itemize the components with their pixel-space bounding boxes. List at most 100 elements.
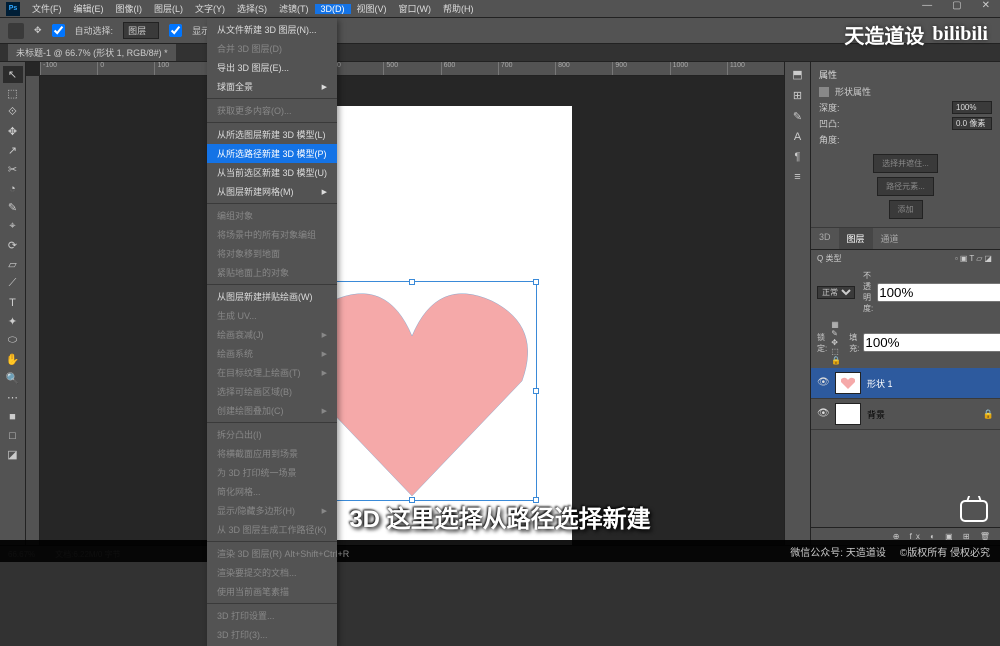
tool-8[interactable]: ⌖	[3, 218, 23, 235]
ruler-tick: 0	[97, 62, 154, 75]
auto-select-label: 自动选择:	[75, 24, 114, 37]
tool-7[interactable]: ✎	[3, 199, 23, 216]
ruler-tick: 500	[383, 62, 440, 75]
menu-item[interactable]: 从当前选区新建 3D 模型(U)	[207, 163, 337, 182]
visibility-icon[interactable]: 👁	[817, 377, 829, 389]
tool-19[interactable]: □	[3, 427, 23, 444]
menu-select[interactable]: 选择(S)	[231, 2, 273, 15]
menu-3d[interactable]: 3D(D)	[315, 4, 351, 14]
3d-menu-dropdown: 从文件新建 3D 图层(N)...合并 3D 图层(D)导出 3D 图层(E).…	[207, 18, 337, 646]
tool-13[interactable]: ✦	[3, 313, 23, 330]
filter-icons[interactable]: ▫▣T▱◪	[955, 254, 994, 263]
tool-0[interactable]: ↖	[3, 66, 23, 83]
collapsed-panel-icons: ⬒ ⊞ ✎ A ¶ ≡	[784, 62, 810, 545]
panel-icon-2[interactable]: ✎	[793, 110, 802, 123]
tab-3d[interactable]: 3D	[811, 228, 839, 249]
tool-17[interactable]: ⋯	[3, 389, 23, 406]
opacity-input[interactable]	[877, 283, 1000, 302]
panel-icon-4[interactable]: ¶	[795, 151, 801, 163]
bilibili-pip-icon[interactable]	[960, 500, 988, 522]
blend-mode-select[interactable]: 正常	[817, 286, 855, 299]
minimize-icon[interactable]: —	[916, 0, 938, 11]
lock-icon: 🔒	[983, 409, 994, 420]
lock-icons[interactable]: ▦ ✎ ✥ ⬚ 🔒	[831, 320, 841, 365]
menu-filter[interactable]: 滤镜(T)	[273, 2, 315, 15]
auto-select-dropdown[interactable]: 图层	[123, 22, 159, 39]
menu-file[interactable]: 文件(F)	[26, 2, 68, 15]
layer-shape-1[interactable]: 👁 形状 1	[811, 368, 1000, 399]
canvas-area: -100010020030040050060070080090010001100	[26, 62, 784, 545]
menu-item: 将场景中的所有对象编组	[207, 225, 337, 244]
layer-name: 背景	[867, 408, 885, 421]
menu-item: 紧贴地面上的对象	[207, 263, 337, 282]
panel-icon-1[interactable]: ⊞	[793, 89, 802, 102]
show-transform-checkbox[interactable]	[169, 24, 182, 37]
menu-item[interactable]: 从图层新建网格(M)	[207, 182, 337, 201]
menu-item[interactable]: 从所选路径新建 3D 模型(P)	[207, 144, 337, 163]
fill-label: 填充:	[849, 332, 859, 354]
menu-item[interactable]: 球面全景	[207, 77, 337, 96]
menu-item: 3D 打印设置...	[207, 606, 337, 625]
watermark-brand: 天造道设	[844, 20, 924, 49]
ruler-tick: 600	[441, 62, 498, 75]
menu-item: 生成 UV...	[207, 306, 337, 325]
menu-view[interactable]: 视图(V)	[351, 2, 393, 15]
home-icon[interactable]	[8, 23, 24, 39]
tab-layers[interactable]: 图层	[839, 228, 873, 249]
select-mask-button[interactable]: 选择并遮住...	[873, 154, 938, 173]
tool-3[interactable]: ✥	[3, 123, 23, 140]
menu-help[interactable]: 帮助(H)	[437, 2, 480, 15]
close-icon[interactable]: ✕	[976, 0, 996, 11]
menu-item: 渲染要提交的文档...	[207, 563, 337, 582]
tab-channels[interactable]: 通道	[873, 228, 907, 249]
video-footer: 微信公众号: 天造道设 ©版权所有 侵权必究	[0, 540, 1000, 562]
menu-edit[interactable]: 编辑(E)	[68, 2, 110, 15]
tool-14[interactable]: ⬭	[3, 332, 23, 349]
menu-item[interactable]: 导出 3D 图层(E)...	[207, 58, 337, 77]
tool-11[interactable]: ⟋	[3, 275, 23, 292]
tool-20[interactable]: ◪	[3, 446, 23, 463]
menu-item: 为 3D 打印统一场景	[207, 463, 337, 482]
auto-select-checkbox[interactable]	[52, 24, 65, 37]
menu-layer[interactable]: 图层(L)	[148, 2, 189, 15]
path-element-button[interactable]: 路径元素...	[877, 177, 934, 196]
tool-2[interactable]: ⟐	[3, 104, 23, 121]
menu-item[interactable]: 从文件新建 3D 图层(N)...	[207, 20, 337, 39]
tool-1[interactable]: ⬚	[3, 85, 23, 102]
tool-10[interactable]: ▱	[3, 256, 23, 273]
tool-6[interactable]: ◔	[3, 180, 23, 197]
panel-icon-0[interactable]: ⬒	[792, 68, 802, 81]
menu-item[interactable]: 从所选图层新建 3D 模型(L)	[207, 125, 337, 144]
tool-15[interactable]: ✋	[3, 351, 23, 368]
menu-type[interactable]: 文字(Y)	[189, 2, 231, 15]
tool-18[interactable]: ■	[3, 408, 23, 425]
inset-input[interactable]	[952, 117, 992, 130]
add-button[interactable]: 添加	[889, 200, 923, 219]
fill-input[interactable]	[863, 333, 1000, 352]
tool-4[interactable]: ↗	[3, 142, 23, 159]
layer-thumbnail	[835, 403, 861, 425]
move-tool-icon: ✥	[34, 25, 42, 36]
properties-panel: 属性 形状属性 深度: 凹凸: 角度: 选择并遮住... 路径元素... 添加	[811, 62, 1000, 228]
depth-input[interactable]	[952, 101, 992, 114]
tools-panel: ↖ ⬚ ⟐ ✥ ↗ ✂ ◔ ✎ ⌖ ⟳ ▱ ⟋ T ✦ ⬭ ✋ 🔍 ⋯ ■ □ ◪	[0, 62, 26, 545]
video-subtitle: 3D 这里选择从路径选择新建	[349, 499, 650, 534]
tool-12[interactable]: T	[3, 294, 23, 311]
panel-icon-5[interactable]: ≡	[794, 171, 800, 183]
layer-background[interactable]: 👁 背景 🔒	[811, 399, 1000, 430]
document-tab[interactable]: 未标题-1 @ 66.7% (形状 1, RGB/8#) *	[8, 44, 176, 61]
menu-item[interactable]: 从图层新建拼贴绘画(W)	[207, 287, 337, 306]
menu-window[interactable]: 窗口(W)	[393, 2, 438, 15]
menu-image[interactable]: 图像(I)	[110, 2, 149, 15]
watermark: 天造道设 bilibili	[844, 20, 988, 49]
tool-16[interactable]: 🔍	[3, 370, 23, 387]
tool-9[interactable]: ⟳	[3, 237, 23, 254]
menu-item: 绘画系统	[207, 344, 337, 363]
panel-icon-3[interactable]: A	[794, 131, 801, 143]
ruler-vertical	[26, 76, 40, 545]
visibility-icon[interactable]: 👁	[817, 408, 829, 420]
lock-label: 锁定:	[817, 332, 827, 354]
menu-item: 从 3D 图层生成工作路径(K)	[207, 520, 337, 539]
tool-5[interactable]: ✂	[3, 161, 23, 178]
maximize-icon[interactable]: ▢	[946, 0, 967, 11]
